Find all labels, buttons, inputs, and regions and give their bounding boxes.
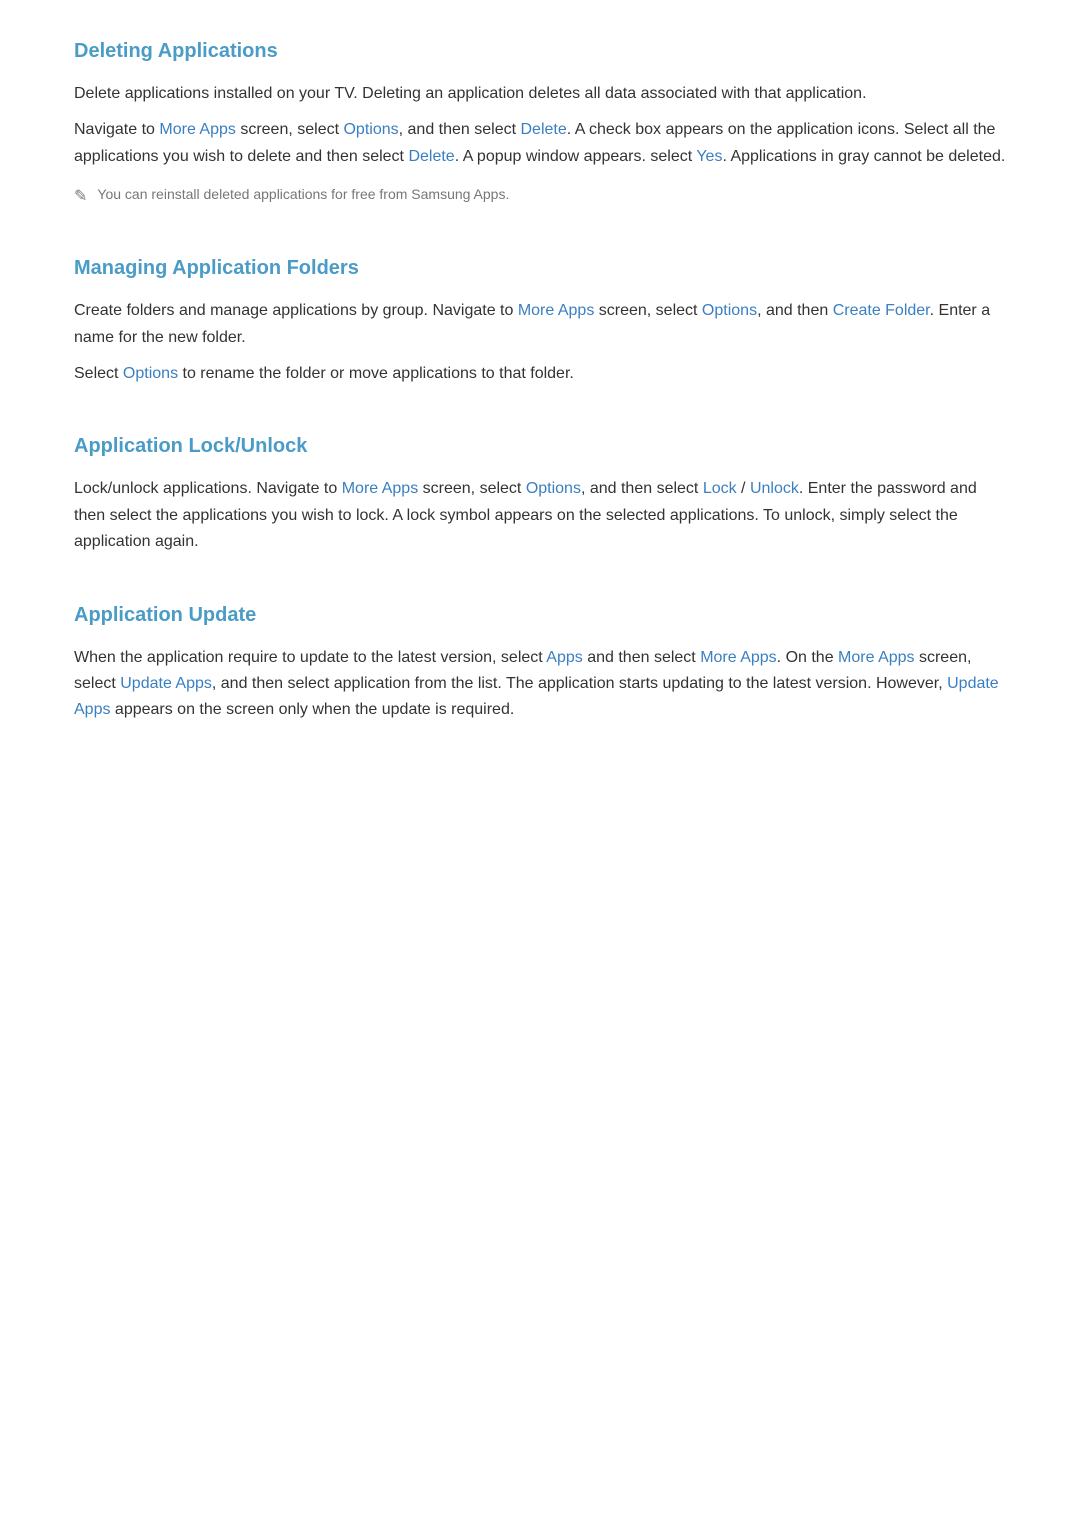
link-more-apps[interactable]: More Apps xyxy=(342,480,418,497)
link-options[interactable]: Options xyxy=(343,121,398,138)
paragraph-managing-application-folders-1: Select Options to rename the folder or m… xyxy=(74,361,1006,387)
link-more-apps[interactable]: More Apps xyxy=(518,302,594,319)
section-body-deleting-applications: Delete applications installed on your TV… xyxy=(74,81,1006,209)
link-options[interactable]: Options xyxy=(702,302,757,319)
section-managing-application-folders: Managing Application Folders Create folde… xyxy=(74,257,1006,387)
link-yes[interactable]: Yes xyxy=(696,148,722,165)
link-lock[interactable]: Lock xyxy=(703,480,737,497)
link-options[interactable]: Options xyxy=(123,365,178,382)
section-body-application-update: When the application require to update t… xyxy=(74,645,1006,724)
note-deleting-applications: ✎ You can reinstall deleted applications … xyxy=(74,184,1006,209)
link-unlock[interactable]: Unlock xyxy=(750,480,799,497)
paragraph-managing-application-folders-0: Create folders and manage applications b… xyxy=(74,298,1006,351)
paragraph-deleting-applications-0: Delete applications installed on your TV… xyxy=(74,81,1006,107)
link-update-apps[interactable]: Update Apps xyxy=(120,675,212,692)
section-title-deleting-applications: Deleting Applications xyxy=(74,40,1006,63)
note-text: You can reinstall deleted applications f… xyxy=(97,184,509,205)
paragraph-application-update-0: When the application require to update t… xyxy=(74,645,1006,724)
link-update-apps[interactable]: Update Apps xyxy=(74,675,999,718)
link-more-apps[interactable]: More Apps xyxy=(838,649,914,666)
section-title-application-update: Application Update xyxy=(74,604,1006,627)
link-options[interactable]: Options xyxy=(526,480,581,497)
paragraph-deleting-applications-1: Navigate to More Apps screen, select Opt… xyxy=(74,117,1006,170)
link-more-apps[interactable]: More Apps xyxy=(700,649,776,666)
paragraph-application-lock-unlock-0: Lock/unlock applications. Navigate to Mo… xyxy=(74,476,1006,555)
section-title-managing-application-folders: Managing Application Folders xyxy=(74,257,1006,280)
section-application-lock-unlock: Application Lock/Unlock Lock/unlock appli… xyxy=(74,435,1006,555)
link-delete[interactable]: Delete xyxy=(408,148,454,165)
section-application-update: Application Update When the application r… xyxy=(74,604,1006,724)
link-apps[interactable]: Apps xyxy=(546,649,582,666)
page-content: Deleting Applications Delete applications… xyxy=(74,40,1006,724)
link-delete[interactable]: Delete xyxy=(520,121,566,138)
section-body-application-lock-unlock: Lock/unlock applications. Navigate to Mo… xyxy=(74,476,1006,555)
section-body-managing-application-folders: Create folders and manage applications b… xyxy=(74,298,1006,387)
section-deleting-applications: Deleting Applications Delete applications… xyxy=(74,40,1006,209)
pencil-icon: ✎ xyxy=(74,185,87,209)
link-more-apps[interactable]: More Apps xyxy=(159,121,235,138)
link-create-folder[interactable]: Create Folder xyxy=(833,302,930,319)
section-title-application-lock-unlock: Application Lock/Unlock xyxy=(74,435,1006,458)
